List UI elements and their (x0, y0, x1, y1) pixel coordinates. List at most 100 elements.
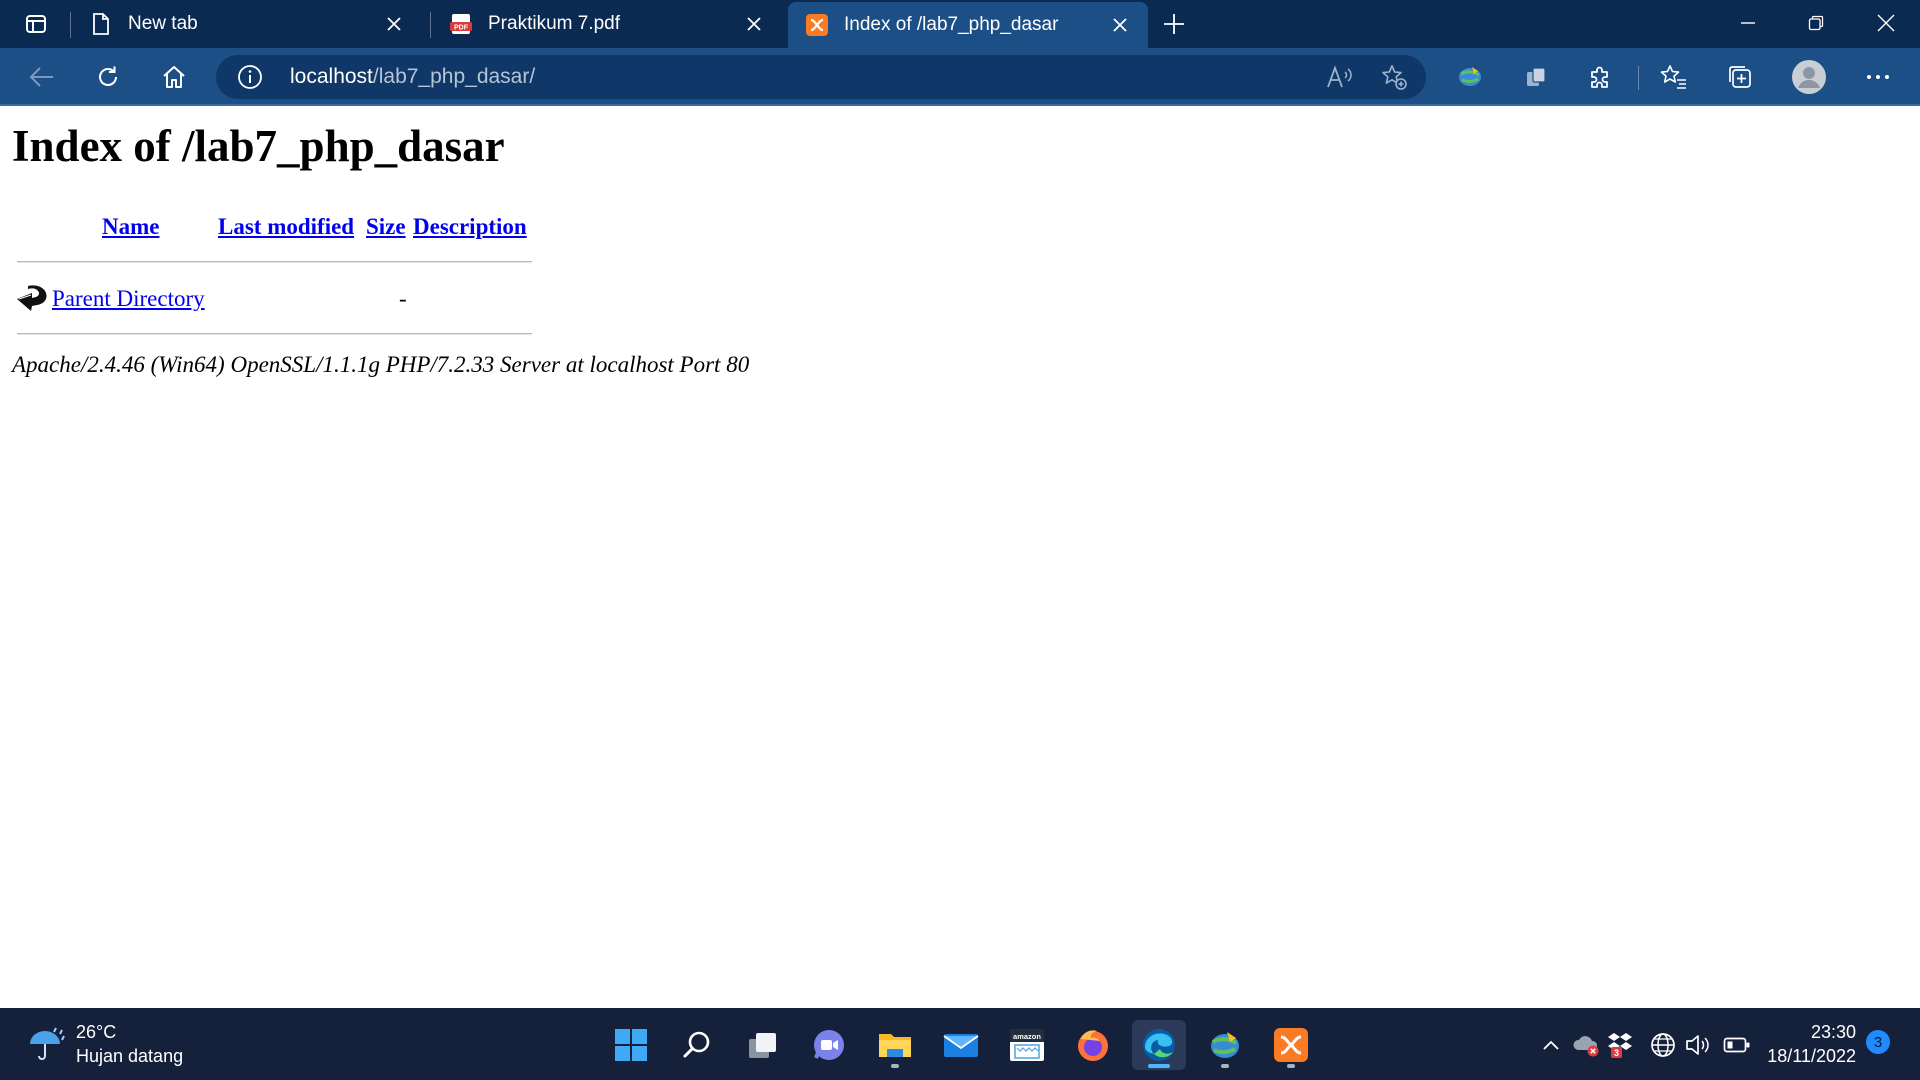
amazon-label: amazon (1013, 1032, 1041, 1041)
taskbar-edge[interactable] (1132, 1020, 1186, 1070)
edge-icon (1143, 1029, 1175, 1061)
close-icon (1877, 14, 1895, 32)
tab-actions-button[interactable] (18, 10, 54, 38)
url-path: /lab7_php_dasar/ (372, 65, 536, 88)
taskbar-amazon[interactable]: amazon (1000, 1020, 1054, 1070)
close-icon (1113, 18, 1127, 32)
taskbar-idm[interactable] (1198, 1020, 1252, 1070)
tray-dropbox[interactable]: 3 (1606, 1030, 1636, 1060)
taskbar: 26°C Hujan datang amazon 3 23:30 18/11/2… (0, 1008, 1920, 1080)
taskbar-chat-button[interactable] (802, 1020, 856, 1070)
taskbar-mail[interactable] (934, 1020, 988, 1070)
extensions-button[interactable] (1582, 59, 1618, 95)
column-header-last-modified[interactable]: Last modified (218, 214, 354, 240)
tab-title: Index of /lab7_php_dasar (844, 14, 1059, 35)
refresh-icon (99, 66, 117, 86)
windows-start-icon (615, 1029, 647, 1061)
umbrella-rain-icon[interactable] (26, 1024, 68, 1066)
restore-icon (1808, 15, 1824, 31)
tab-title: Praktikum 7.pdf (488, 13, 620, 34)
chevron-up-icon (1543, 1040, 1559, 1050)
toolbar-divider (1638, 66, 1639, 90)
parent-directory-link[interactable]: Parent Directory (52, 286, 205, 312)
show-hidden-icons-button[interactable] (1536, 1030, 1566, 1060)
weather-temperature[interactable]: 26°C (76, 1022, 116, 1043)
avatar-icon (1792, 60, 1826, 94)
taskbar-search-button[interactable] (670, 1020, 724, 1070)
plus-icon (1164, 14, 1184, 34)
tab-strip: New tab PDF Praktikum 7.pdf Index of /la… (0, 0, 1920, 48)
restore-button[interactable] (1782, 0, 1850, 46)
browser-toolbar: localhost/lab7_php_dasar/ (0, 48, 1920, 106)
close-window-button[interactable] (1852, 0, 1920, 46)
minimize-icon (1741, 22, 1755, 24)
taskbar-firefox[interactable] (1066, 1020, 1120, 1070)
row-size: - (399, 286, 407, 311)
puzzle-icon (1591, 66, 1608, 88)
speaker-icon (1686, 1035, 1709, 1055)
address-bar[interactable]: localhost/lab7_php_dasar/ (216, 55, 1426, 99)
tab-close-button[interactable] (1106, 11, 1134, 39)
tab-separator (70, 12, 71, 38)
running-indicator (891, 1064, 899, 1068)
tray-battery[interactable] (1722, 1030, 1752, 1060)
taskbar-file-explorer[interactable] (868, 1020, 922, 1070)
url-text[interactable]: localhost/lab7_php_dasar/ (290, 65, 535, 89)
clock-time[interactable]: 23:30 (1811, 1022, 1856, 1043)
tab-new-tab[interactable]: New tab (72, 0, 422, 48)
home-icon (163, 66, 185, 88)
collections-icon (1729, 66, 1751, 88)
idm-globe-icon (1459, 67, 1481, 86)
tab-praktikum-pdf[interactable]: PDF Praktikum 7.pdf (432, 0, 782, 48)
tab-actions-icon (26, 15, 46, 33)
add-favorite-button[interactable] (1378, 61, 1410, 93)
chat-camera-icon (814, 1030, 844, 1060)
tray-volume[interactable] (1682, 1030, 1712, 1060)
close-icon (387, 17, 401, 31)
idm-extension-button[interactable] (1452, 59, 1488, 95)
pdf-icon: PDF (450, 13, 472, 35)
search-icon (683, 1031, 710, 1058)
cloud-error-icon (1573, 1036, 1599, 1057)
favorite-add-icon (1382, 65, 1407, 90)
refresh-button[interactable] (90, 59, 126, 95)
tab-separator (430, 12, 431, 38)
firefox-icon (1078, 1030, 1108, 1061)
site-info-button[interactable] (236, 63, 264, 91)
tray-network[interactable] (1648, 1030, 1678, 1060)
table-divider (17, 333, 532, 335)
start-button[interactable] (604, 1020, 658, 1070)
favorites-button[interactable] (1656, 59, 1692, 95)
profile-button[interactable] (1790, 58, 1828, 96)
tab-index-lab7[interactable]: Index of /lab7_php_dasar (788, 2, 1148, 48)
column-header-name[interactable]: Name (102, 214, 159, 240)
tab-close-button[interactable] (380, 10, 408, 38)
active-indicator (1148, 1064, 1170, 1068)
clock-date[interactable]: 18/11/2022 (1767, 1046, 1856, 1067)
notification-badge[interactable]: 3 (1866, 1030, 1890, 1054)
home-button[interactable] (156, 59, 192, 95)
back-button[interactable] (24, 59, 60, 95)
mail-icon (943, 1034, 979, 1057)
svg-text:PDF: PDF (454, 25, 469, 32)
copy-extension-icon (1527, 67, 1546, 86)
tray-badge-count: 3 (1614, 1048, 1619, 1058)
running-indicator (1287, 1064, 1295, 1068)
taskbar-xampp[interactable] (1264, 1020, 1318, 1070)
settings-menu-button[interactable] (1860, 59, 1896, 95)
minimize-button[interactable] (1714, 0, 1782, 46)
weather-description[interactable]: Hujan datang (76, 1046, 183, 1067)
xampp-icon (806, 14, 828, 36)
url-host: localhost (290, 65, 373, 88)
column-header-description[interactable]: Description (413, 214, 527, 240)
table-divider (17, 261, 532, 263)
column-header-size[interactable]: Size (366, 214, 406, 240)
extension-button[interactable] (1518, 59, 1554, 95)
read-aloud-button[interactable] (1324, 61, 1356, 93)
new-tab-button[interactable] (1156, 8, 1192, 40)
task-view-button[interactable] (736, 1020, 790, 1070)
idm-globe-icon (1211, 1032, 1239, 1058)
tab-close-button[interactable] (740, 10, 768, 38)
tray-onedrive[interactable] (1572, 1030, 1602, 1060)
collections-button[interactable] (1722, 59, 1758, 95)
